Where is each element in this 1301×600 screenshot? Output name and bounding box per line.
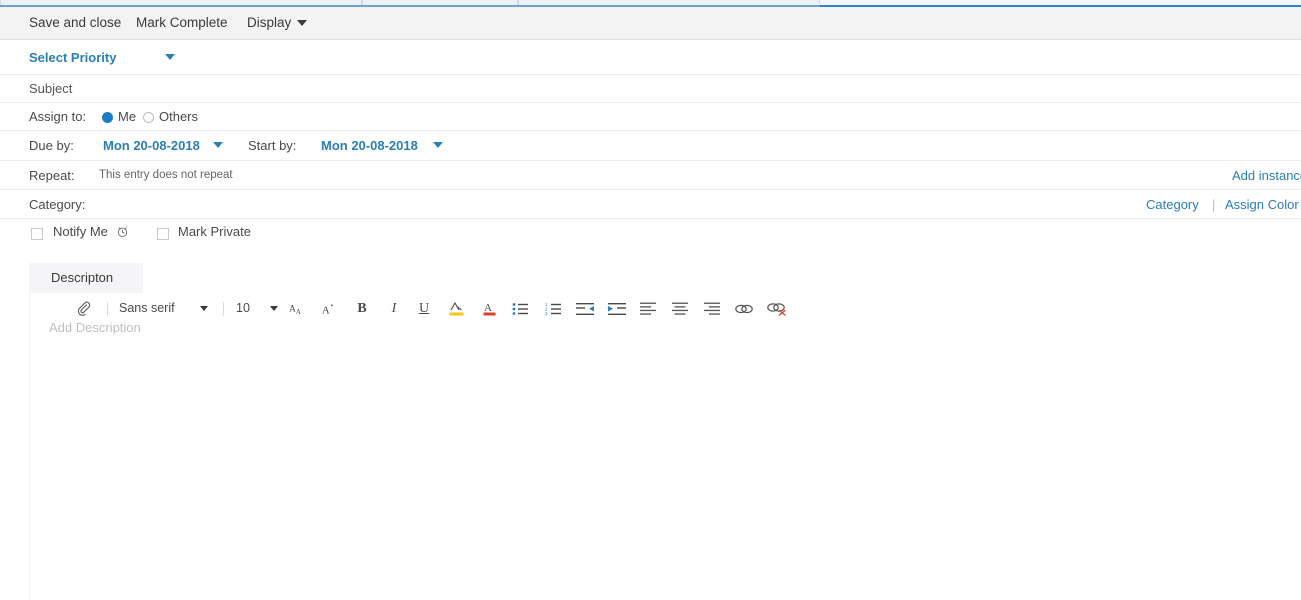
text-color-icon[interactable]: A	[477, 293, 503, 324]
display-menu-label: Display	[247, 15, 291, 30]
underline-button[interactable]: U	[412, 293, 436, 324]
align-left-icon[interactable]	[636, 293, 660, 324]
repeat-label: Repeat:	[29, 168, 75, 183]
numbered-list-icon[interactable]: 1 2 3	[541, 293, 565, 324]
notify-me-label[interactable]: Notify Me	[53, 224, 108, 239]
assign-to-row: Assign to: Me Others	[0, 103, 1301, 131]
repeat-value[interactable]: This entry does not repeat	[99, 169, 233, 181]
due-by-label: Due by:	[29, 138, 74, 153]
save-and-close-button[interactable]: Save and close	[29, 7, 121, 39]
chevron-down-icon[interactable]	[165, 54, 175, 60]
assign-to-radio-others-label[interactable]: Others	[159, 109, 198, 124]
select-priority-dropdown[interactable]: Select Priority	[29, 50, 116, 65]
toolbar-separator	[223, 302, 224, 316]
mark-complete-button[interactable]: Mark Complete	[136, 7, 228, 39]
svg-text:A: A	[484, 302, 492, 314]
bold-button[interactable]: B	[350, 293, 374, 324]
chevron-down-icon[interactable]	[266, 293, 282, 324]
svg-text:A: A	[322, 304, 330, 316]
svg-text:A: A	[289, 304, 296, 314]
assign-to-radio-me[interactable]	[102, 112, 113, 123]
decrease-font-size-icon[interactable]: A	[318, 293, 342, 324]
action-toolbar: Save and close Mark Complete Display	[0, 7, 1301, 40]
italic-button[interactable]: I	[382, 293, 406, 324]
assign-to-label: Assign to:	[29, 109, 86, 124]
category-separator: |	[1212, 197, 1215, 212]
mark-private-checkbox[interactable]	[157, 228, 169, 240]
due-start-row: Due by: Mon 20-08-2018 Start by: Mon 20-…	[0, 131, 1301, 161]
repeat-row: Repeat: This entry does not repeat Add i…	[0, 161, 1301, 190]
subject-row: Subject	[0, 75, 1301, 103]
highlight-color-icon[interactable]	[444, 293, 470, 324]
browser-tab-strip	[0, 0, 1301, 7]
due-by-date-value[interactable]: Mon 20-08-2018	[103, 138, 200, 153]
font-size-select[interactable]: 10	[236, 293, 250, 324]
start-by-date-value[interactable]: Mon 20-08-2018	[321, 138, 418, 153]
outdent-icon[interactable]	[572, 293, 598, 324]
bulleted-list-icon[interactable]	[508, 293, 532, 324]
svg-text:3: 3	[545, 311, 548, 316]
editor-toolbar: Sans serif 10 A A A B I U	[30, 293, 1301, 324]
description-tab-bar: Descripton	[29, 263, 1301, 293]
chevron-down-icon[interactable]	[196, 293, 212, 324]
toolbar-separator	[107, 302, 108, 316]
options-row: Notify Me Mark Private	[0, 219, 1301, 263]
tab-description-label: Descripton	[51, 270, 113, 285]
svg-text:A: A	[295, 309, 300, 316]
mark-private-label[interactable]: Mark Private	[178, 224, 251, 239]
increase-font-size-icon[interactable]: A A	[286, 293, 310, 324]
align-right-icon[interactable]	[700, 293, 724, 324]
assign-to-radio-me-label[interactable]: Me	[118, 109, 136, 124]
assign-to-radio-others[interactable]	[143, 112, 154, 123]
start-by-label: Start by:	[248, 138, 296, 153]
tab-description[interactable]: Descripton	[29, 263, 143, 293]
description-editor: Sans serif 10 A A A B I U	[29, 293, 1301, 600]
chevron-down-icon[interactable]	[213, 142, 223, 148]
alarm-clock-icon[interactable]	[116, 225, 129, 241]
description-textarea[interactable]: Add Description	[49, 320, 141, 335]
chevron-down-icon	[297, 20, 307, 26]
category-label: Category:	[29, 197, 85, 212]
priority-row: Select Priority	[0, 40, 1301, 75]
display-menu-button[interactable]: Display	[247, 7, 307, 39]
unlink-icon[interactable]	[763, 293, 789, 324]
align-center-icon[interactable]	[668, 293, 692, 324]
category-link[interactable]: Category	[1146, 197, 1199, 212]
add-instance-link[interactable]: Add instance	[1232, 168, 1301, 183]
link-icon[interactable]	[731, 293, 757, 324]
assign-color-link[interactable]: Assign Color	[1225, 197, 1299, 212]
subject-input[interactable]: Subject	[29, 81, 72, 96]
category-row: Category: Category | Assign Color	[0, 190, 1301, 219]
notify-me-checkbox[interactable]	[31, 228, 43, 240]
chevron-down-icon[interactable]	[433, 142, 443, 148]
indent-icon[interactable]	[604, 293, 630, 324]
